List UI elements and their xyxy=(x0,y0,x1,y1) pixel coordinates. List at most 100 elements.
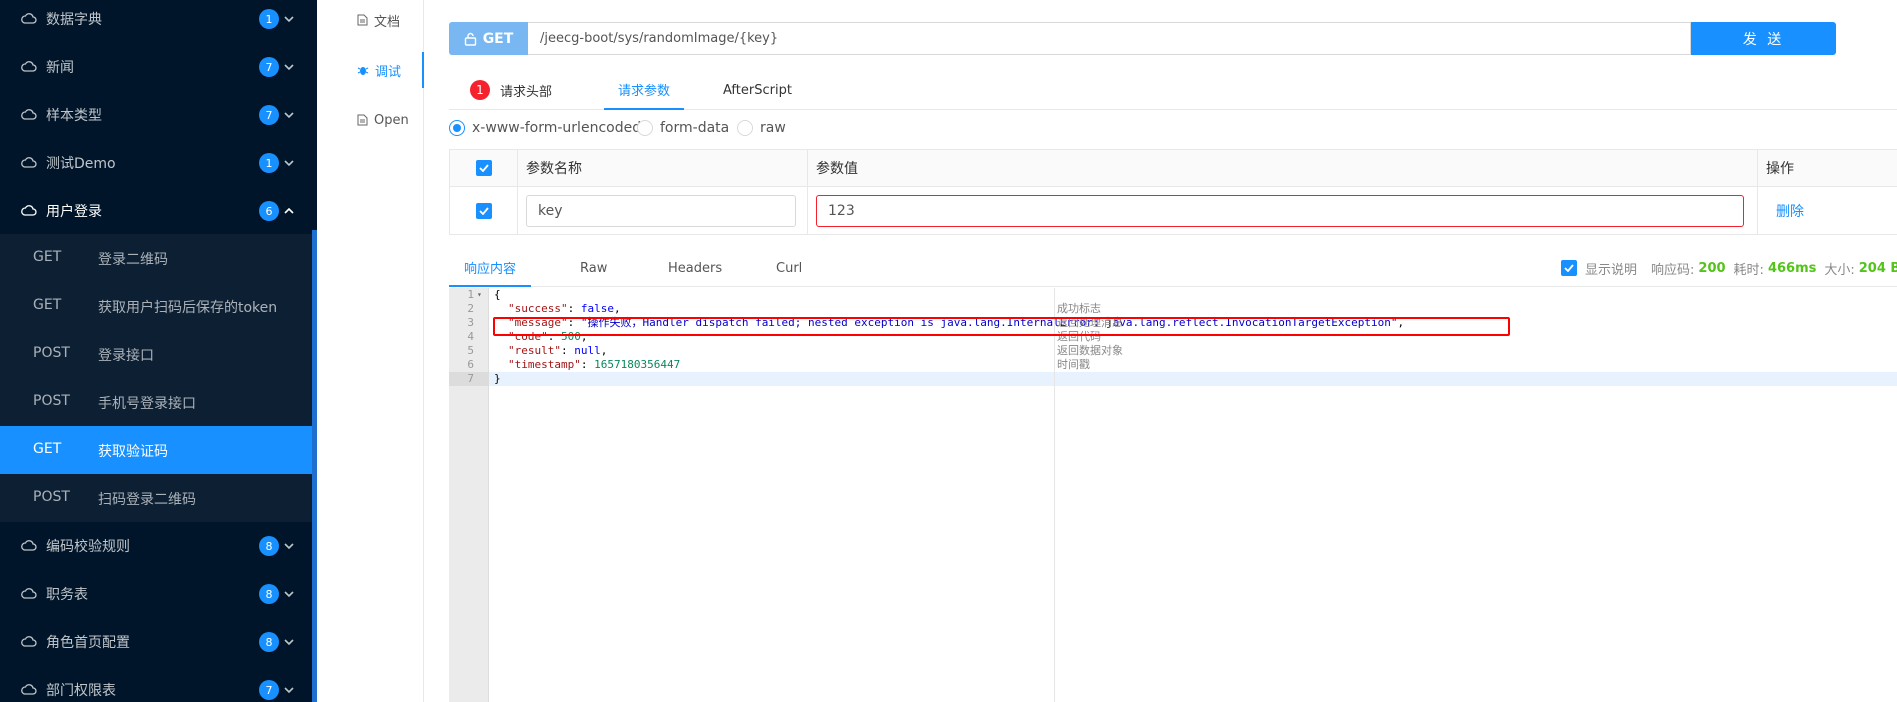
view-mode-nav: 文档 调试 Open xyxy=(317,0,424,702)
tab-response-content[interactable]: 响应内容 xyxy=(449,250,532,287)
tab-label: 响应内容 xyxy=(464,262,517,277)
tab-request-headers[interactable]: 1 请求头部 xyxy=(466,70,556,110)
url-input[interactable]: /jeecg-boot/sys/randomImage/{key} xyxy=(528,22,1691,55)
sidebar-group-demo[interactable]: 测试Demo 1 xyxy=(0,139,312,187)
checkbox-checked[interactable] xyxy=(475,160,492,176)
count-badge: 1 xyxy=(259,153,279,173)
tab-afterscript[interactable]: AfterScript xyxy=(719,70,796,110)
sidebar-group-position[interactable]: 职务表 8 xyxy=(0,570,312,618)
description-divider xyxy=(1054,288,1055,702)
param-value-input[interactable]: 123 xyxy=(816,195,1744,227)
radio-dot xyxy=(637,120,653,136)
table-header: 参数名称 参数值 操作 xyxy=(450,150,1897,187)
radio-raw[interactable]: raw xyxy=(737,120,786,136)
sidebar-api-item[interactable]: POST 扫码登录二维码 xyxy=(0,474,312,522)
delete-link[interactable]: 删除 xyxy=(1766,201,1804,221)
sidebar-group-news[interactable]: 新闻 7 xyxy=(0,43,312,91)
http-method: POST xyxy=(33,345,70,361)
count-badge: 7 xyxy=(259,57,279,77)
radio-urlencoded[interactable]: x-www-form-urlencoded xyxy=(449,120,641,136)
tab-response-raw[interactable]: Raw xyxy=(576,250,611,287)
param-value-cell: 123 xyxy=(808,187,1758,235)
sidebar: 数据字典 1 新闻 7 样本类型 7 测试Demo 1 用户登录 6 GET 登… xyxy=(0,0,317,702)
http-method: POST xyxy=(33,393,70,409)
send-button[interactable]: 发 送 xyxy=(1691,22,1836,55)
show-desc-label: 显示说明 xyxy=(1585,262,1638,278)
row-select[interactable] xyxy=(450,187,518,235)
header-action: 操作 xyxy=(1766,161,1794,177)
time-label: 耗时: xyxy=(1733,262,1764,278)
error-count-badge: 1 xyxy=(470,80,490,100)
status-code-label: 响应码: xyxy=(1651,262,1695,278)
fold-arrow-icon[interactable]: ▾ xyxy=(477,288,482,302)
param-name-cell: key xyxy=(518,187,808,235)
cloud-icon xyxy=(21,540,37,551)
cloud-icon xyxy=(21,684,37,695)
tab-request-params[interactable]: 请求参数 xyxy=(604,70,685,110)
count-badge: 1 xyxy=(259,9,279,29)
sidebar-api-item[interactable]: POST 登录接口 xyxy=(0,330,312,378)
count-badge: 7 xyxy=(259,105,279,125)
count-badge: 8 xyxy=(259,632,279,652)
http-method: GET xyxy=(33,249,62,265)
sidebar-group-user-login[interactable]: 用户登录 6 xyxy=(0,187,312,235)
cloud-icon xyxy=(21,13,37,24)
radio-dot xyxy=(737,120,753,136)
tab-open[interactable]: Open xyxy=(317,102,424,138)
chevron-down-icon xyxy=(284,160,294,167)
url-bar: GET /jeecg-boot/sys/randomImage/{key} 发 … xyxy=(449,22,1836,55)
code-line: "result": null, xyxy=(508,344,608,357)
chevron-down-icon xyxy=(284,16,294,23)
response-meta: 显示说明 响应码: 200 耗时: 466ms 大小: 204 B xyxy=(1561,258,1897,278)
sidebar-api-item[interactable]: POST 手机号登录接口 xyxy=(0,378,312,426)
header-select-all[interactable] xyxy=(450,150,518,186)
sidebar-group-code-rule[interactable]: 编码校验规则 8 xyxy=(0,522,312,570)
status-code: 200 xyxy=(1698,260,1726,276)
radio-label: x-www-form-urlencoded xyxy=(472,120,642,136)
sidebar-group-role-home[interactable]: 角色首页配置 8 xyxy=(0,618,312,666)
tab-label: Headers xyxy=(668,261,723,276)
count-badge: 7 xyxy=(259,680,279,700)
http-method: GET xyxy=(33,441,62,457)
sidebar-group-label: 数据字典 xyxy=(46,12,102,28)
http-method: GET xyxy=(33,297,62,313)
sidebar-group-label: 编码校验规则 xyxy=(46,539,130,555)
sidebar-group-label: 部门权限表 xyxy=(46,683,116,699)
sidebar-api-item[interactable]: GET 获取用户扫码后保存的token xyxy=(0,282,312,330)
sidebar-api-item-active[interactable]: GET 获取验证码 xyxy=(0,426,312,474)
chevron-down-icon xyxy=(284,639,294,646)
unlock-icon xyxy=(464,32,476,46)
api-name: 获取用户扫码后保存的token xyxy=(98,300,278,316)
chevron-down-icon xyxy=(284,543,294,550)
active-line-highlight xyxy=(449,372,1897,386)
show-desc-checkbox[interactable] xyxy=(1561,260,1577,276)
sidebar-api-item[interactable]: GET 登录二维码 xyxy=(0,234,312,282)
cloud-icon xyxy=(21,588,37,599)
tab-debug[interactable]: 调试 xyxy=(317,52,424,88)
json-key: "timestamp" xyxy=(508,358,581,371)
field-description: 时间戳 xyxy=(1057,358,1090,371)
response-tabs: 响应内容 Raw Headers Curl 显示说明 响应码: 200 耗时: … xyxy=(449,250,1897,287)
response-size: 204 B xyxy=(1858,260,1897,276)
code-line: "success": false, xyxy=(508,302,621,315)
method-selector[interactable]: GET xyxy=(449,22,528,55)
json-value: null xyxy=(574,344,601,357)
params-table: 参数名称 参数值 操作 key 123 删除 xyxy=(449,149,1897,235)
sidebar-group-sample[interactable]: 样本类型 7 xyxy=(0,91,312,139)
checkbox-checked[interactable] xyxy=(475,203,492,219)
tab-response-curl[interactable]: Curl xyxy=(772,250,806,287)
param-name-input[interactable]: key xyxy=(526,195,796,227)
json-brace: { xyxy=(494,288,501,301)
response-editor[interactable]: 1 ▾ 2 3 4 5 6 7 { "success": false, "mes… xyxy=(449,288,1897,702)
file-icon xyxy=(357,114,368,126)
radio-form-data[interactable]: form-data xyxy=(637,120,729,136)
sidebar-group-dept-perm[interactable]: 部门权限表 7 xyxy=(0,666,312,702)
sidebar-group-label: 职务表 xyxy=(46,587,88,603)
sidebar-group-label: 新闻 xyxy=(46,60,74,76)
method-label: GET xyxy=(482,30,514,47)
sidebar-group-dict[interactable]: 数据字典 1 xyxy=(0,0,312,43)
line-number: 6 xyxy=(467,358,474,371)
tab-doc[interactable]: 文档 xyxy=(317,2,424,38)
tab-response-headers[interactable]: Headers xyxy=(664,250,726,287)
count-badge: 8 xyxy=(259,536,279,556)
